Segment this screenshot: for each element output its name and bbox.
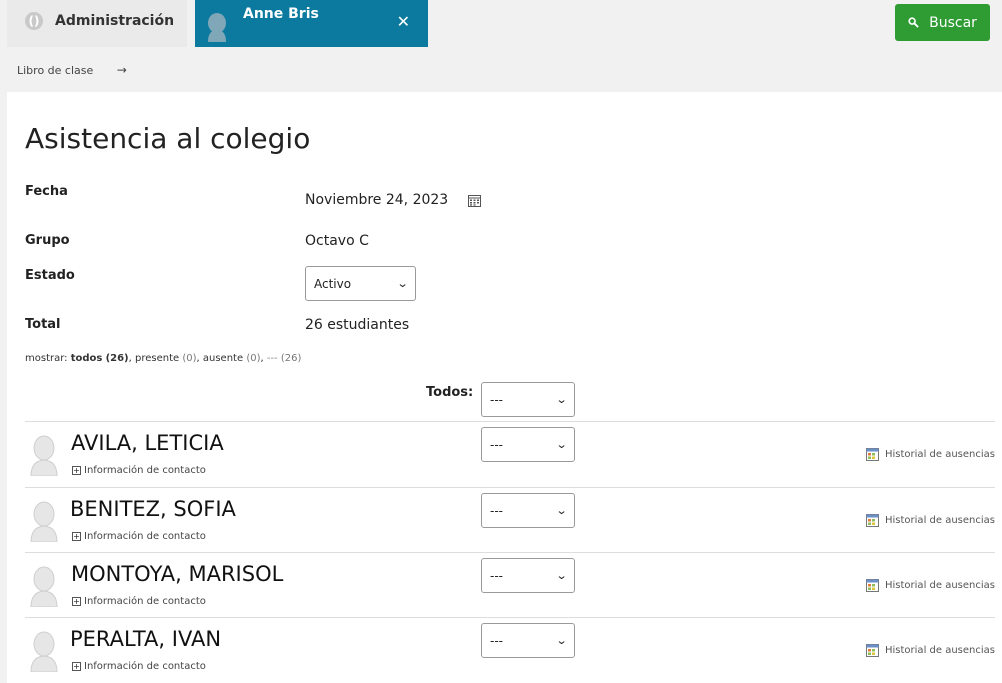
filter-todos[interactable]: todos [71, 353, 103, 364]
calendar-history-icon [866, 514, 879, 527]
breadcrumb-item[interactable]: Libro de clase [17, 64, 93, 77]
breadcrumb: Libro de clase → [17, 63, 127, 77]
contact-info-toggle[interactable]: + Información de contacto [72, 596, 206, 607]
fecha-value: Noviembre 24, 2023 [305, 192, 449, 208]
total-value: 26 estudiantes [305, 317, 410, 333]
plus-box-icon: + [72, 597, 81, 606]
contact-info-label: Información de contacto [84, 596, 206, 607]
chevron-down-icon: ⌄ [555, 438, 568, 451]
user-silhouette-icon [30, 435, 58, 476]
app-logo-icon: () [25, 12, 43, 30]
student-name[interactable]: MONTOYA, MARISOL [71, 562, 283, 586]
contact-info-toggle[interactable]: + Información de contacto [72, 661, 206, 672]
filter-ausente-count: (0) [246, 353, 261, 364]
breadcrumb-arrow-icon: → [116, 63, 127, 77]
calendar-history-icon [866, 579, 879, 592]
user-silhouette-icon [30, 566, 58, 607]
estado-label: Estado [25, 268, 75, 283]
chevron-down-icon: ⌄ [555, 393, 568, 406]
grupo-label: Grupo [25, 233, 70, 248]
chevron-down-icon: ⌄ [555, 634, 568, 647]
absence-history-label: Historial de ausencias [885, 515, 995, 526]
filter-presente-count: (0) [182, 353, 197, 364]
absence-history-link[interactable]: Historial de ausencias [866, 448, 995, 461]
absence-history-label: Historial de ausencias [885, 645, 995, 656]
search-button-label: Buscar [929, 14, 977, 31]
user-silhouette-icon [30, 501, 58, 542]
absence-history-link[interactable]: Historial de ausencias [866, 514, 995, 527]
attendance-select[interactable]: --- ⌄ [481, 427, 575, 462]
student-row: AVILA, LETICIA + Información de contacto… [25, 421, 995, 487]
student-row: PERALTA, IVAN + Información de contacto … [25, 617, 995, 683]
absence-history-link[interactable]: Historial de ausencias [866, 644, 995, 657]
todos-select[interactable]: --- ⌄ [481, 382, 575, 417]
filter-todos-count: (26) [105, 353, 129, 364]
student-name[interactable]: AVILA, LETICIA [71, 431, 224, 455]
user-silhouette-icon [30, 631, 58, 672]
attendance-select[interactable]: --- ⌄ [481, 558, 575, 593]
filter-unset[interactable]: --- [267, 353, 278, 364]
filter-unset-count: (26) [280, 353, 302, 364]
chevron-down-icon: ⌄ [396, 277, 409, 290]
contact-info-label: Información de contacto [84, 465, 206, 476]
todos-label: Todos: [426, 385, 474, 400]
contact-info-toggle[interactable]: + Información de contacto [72, 465, 206, 476]
estado-select[interactable]: Activo ⌄ [305, 266, 416, 301]
filter-ausente[interactable]: ausente [203, 353, 243, 364]
calendar-icon[interactable] [468, 194, 481, 207]
tab-administracion-label: Administración [55, 13, 175, 29]
filter-line: mostrar: todos (26), presente (0), ausen… [25, 353, 302, 364]
search-button[interactable]: Buscar [895, 4, 990, 41]
chevron-down-icon: ⌄ [555, 504, 568, 517]
absence-history-link[interactable]: Historial de ausencias [866, 579, 995, 592]
filter-presente[interactable]: presente [135, 353, 179, 364]
total-label: Total [25, 317, 61, 332]
student-name[interactable]: BENITEZ, SOFIA [70, 497, 236, 521]
attendance-card: Asistencia al colegio Fecha Noviembre 24… [7, 92, 1002, 683]
absence-history-label: Historial de ausencias [885, 449, 995, 460]
contact-info-toggle[interactable]: + Información de contacto [72, 531, 206, 542]
attendance-select-value: --- [490, 568, 503, 583]
contact-info-label: Información de contacto [84, 531, 206, 542]
search-icon [908, 17, 919, 28]
plus-box-icon: + [72, 466, 81, 475]
attendance-select[interactable]: --- ⌄ [481, 493, 575, 528]
attendance-select-value: --- [490, 633, 503, 648]
student-row: MONTOYA, MARISOL + Información de contac… [25, 552, 995, 618]
plus-box-icon: + [72, 532, 81, 541]
user-tab-name: Anne Bris [243, 6, 319, 22]
student-row: BENITEZ, SOFIA + Información de contacto… [25, 487, 995, 553]
todos-select-value: --- [490, 392, 503, 407]
attendance-select-value: --- [490, 503, 503, 518]
contact-info-label: Información de contacto [84, 661, 206, 672]
fecha-label: Fecha [25, 184, 68, 199]
filter-prefix: mostrar: [25, 353, 68, 364]
calendar-history-icon [866, 644, 879, 657]
attendance-select[interactable]: --- ⌄ [481, 623, 575, 658]
attendance-select-value: --- [490, 437, 503, 452]
absence-history-label: Historial de ausencias [885, 580, 995, 591]
user-silhouette-icon [208, 13, 226, 42]
grupo-value: Octavo C [305, 233, 369, 249]
calendar-history-icon [866, 448, 879, 461]
plus-box-icon: + [72, 662, 81, 671]
chevron-down-icon: ⌄ [555, 569, 568, 582]
page-title: Asistencia al colegio [25, 122, 311, 155]
tab-administracion[interactable]: () Administración [7, 0, 187, 47]
close-icon[interactable]: ✕ [397, 12, 410, 31]
student-name[interactable]: PERALTA, IVAN [70, 627, 221, 651]
tab-user[interactable]: Anne Bris ✕ [195, 0, 428, 47]
estado-select-value: Activo [314, 276, 352, 291]
